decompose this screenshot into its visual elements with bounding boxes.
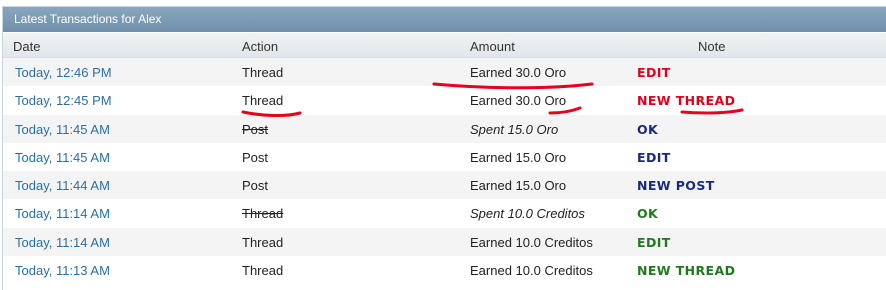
transaction-action: Thread — [242, 93, 284, 109]
column-header-amount: Amount — [470, 39, 515, 54]
column-header-date: Date — [13, 39, 41, 54]
transaction-amount: Earned 15.0 Oro — [470, 149, 567, 165]
transaction-note: NEW THREAD — [637, 263, 736, 279]
transaction-note: EDIT — [637, 65, 671, 80]
transaction-note: OK — [637, 121, 659, 137]
transaction-note: EDIT — [637, 149, 671, 165]
transaction-amount: Spent 15.0 Oro — [470, 121, 559, 137]
table-row: Today, 11:45 AM Post Earned 15.0 Oro EDIT — [3, 142, 886, 172]
column-header-action: Action — [242, 39, 279, 54]
transaction-note: OK — [637, 206, 659, 222]
transaction-note: NEW THREAD — [637, 93, 736, 109]
transaction-action: Post — [242, 149, 269, 165]
table-row: Today, 11:44 AM Post Earned 15.0 Oro NEW PO… — [3, 171, 886, 200]
table-row: Today, 11:14 AM Thread Earned 10.0 Credito… — [3, 227, 886, 257]
transaction-date-link[interactable]: Today, 12:45 PM — [15, 93, 112, 108]
table-row: Today, 11:14 AM Thread Spent 10.0 Creditos… — [3, 199, 886, 228]
transaction-note: NEW POST — [637, 178, 715, 194]
transaction-note: EDIT — [637, 234, 671, 250]
transaction-action: Post — [242, 121, 269, 137]
transaction-date-link[interactable]: Today, 12:46 PM — [15, 65, 112, 80]
transaction-amount: Earned 10.0 Creditos — [470, 263, 593, 279]
transaction-date-link[interactable]: Today, 11:14 AM — [15, 235, 110, 250]
transaction-amount: Earned 10.0 Creditos — [470, 234, 593, 250]
transaction-date-link[interactable]: Today, 11:45 AM — [15, 150, 110, 165]
table-row: Today, 11:13 AM Thread Earned 10.0 Credito… — [3, 256, 886, 285]
transaction-date-link[interactable]: Today, 11:45 AM — [15, 122, 110, 137]
column-header-note: Note — [698, 39, 726, 54]
transaction-action: Thread — [242, 206, 284, 222]
transaction-action: Thread — [242, 263, 284, 279]
transaction-action: Thread — [242, 65, 284, 80]
table-header: Date Action Amount Note — [3, 32, 886, 58]
transaction-date-link[interactable]: Today, 11:44 AM — [15, 178, 110, 193]
panel-title: Latest Transactions for Alex — [3, 7, 886, 32]
transaction-action: Thread — [242, 234, 284, 250]
table-row: Today, 12:46 PM Thread Earned 30.0 Oro EDIT — [3, 58, 886, 87]
transactions-panel: Latest Transactions for Alex Date Action… — [2, 6, 886, 290]
transaction-date-link[interactable]: Today, 11:13 AM — [15, 263, 110, 278]
transaction-action: Post — [242, 178, 269, 194]
transaction-amount: Earned 30.0 Oro — [470, 65, 567, 80]
table-row: Today, 11:45 AM Post Spent 15.0 Oro OK — [3, 114, 886, 143]
transaction-date-link[interactable]: Today, 11:14 AM — [15, 206, 110, 221]
table-row: Today, 12:45 PM Thread Earned 30.0 Oro NEW … — [3, 86, 886, 115]
transactions-list: Today, 12:46 PM Thread Earned 30.0 Oro EDIT… — [3, 58, 886, 285]
transaction-amount: Spent 10.0 Creditos — [470, 206, 585, 222]
transaction-amount: Earned 15.0 Oro — [470, 178, 567, 194]
transaction-amount: Earned 30.0 Oro — [470, 93, 567, 109]
